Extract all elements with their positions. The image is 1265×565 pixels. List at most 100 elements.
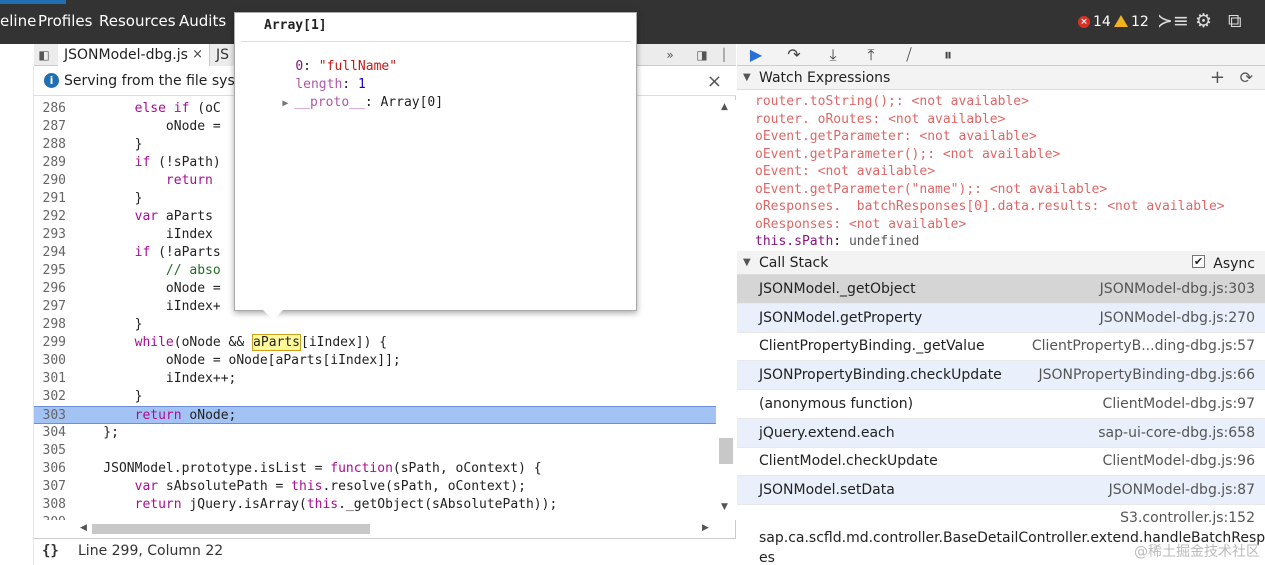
code-line[interactable]: 305 xyxy=(34,442,716,460)
console-drawer-icon[interactable]: ≻≡ xyxy=(1157,10,1189,32)
line-number[interactable]: 293 xyxy=(34,226,66,244)
call-frame[interactable]: JSONModel.getProperty JSONModel-dbg.js:27… xyxy=(737,303,1265,333)
frame-location[interactable]: JSONPropertyBinding-dbg.js:66 xyxy=(1038,361,1255,390)
code-line[interactable]: 306 JSONModel.prototype.isList = functio… xyxy=(34,460,716,478)
dock-icon[interactable]: ⧉ xyxy=(1228,10,1242,32)
line-number[interactable]: 308 xyxy=(34,496,66,514)
toggle-debugger-icon[interactable]: ◨ xyxy=(692,44,712,66)
resume-icon[interactable]: ▶︎ xyxy=(745,44,767,66)
line-number[interactable]: 303 xyxy=(34,407,66,425)
step-over-icon[interactable]: ↷ xyxy=(783,44,805,66)
close-icon[interactable]: × xyxy=(707,71,722,92)
tab-jsonmodel-dbg[interactable]: JSONModel-dbg.js × xyxy=(58,44,210,66)
async-checkbox[interactable]: ✔ xyxy=(1192,255,1205,268)
scroll-up-icon[interactable]: ▲ xyxy=(721,102,728,112)
watch-item[interactable]: oEvent.getParameter: <not available> xyxy=(755,128,1037,145)
line-number[interactable]: 302 xyxy=(34,388,66,406)
line-number[interactable]: 290 xyxy=(34,172,66,190)
frame-location[interactable]: JSONModel-dbg.js:87 xyxy=(1109,476,1255,505)
call-frame[interactable]: ClientPropertyBinding._getValue ClientPro… xyxy=(737,332,1265,362)
line-number[interactable]: 298 xyxy=(34,316,66,334)
frame-location[interactable]: ClientModel-dbg.js:96 xyxy=(1103,447,1255,476)
watch-item[interactable]: oResponses: <not available> xyxy=(755,216,966,233)
watch-item[interactable]: oEvent: <not available> xyxy=(755,163,935,180)
line-number[interactable]: 300 xyxy=(34,352,66,370)
step-into-icon[interactable]: ⤓ xyxy=(822,44,844,66)
proto-entry[interactable]: ▶ __proto__: Array[0] xyxy=(251,80,443,125)
watch-item[interactable]: router.toString();: <not available> xyxy=(755,93,1029,110)
tab-audits[interactable]: Audits xyxy=(179,12,226,30)
line-number[interactable]: 292 xyxy=(34,208,66,226)
line-number[interactable]: 287 xyxy=(34,118,66,136)
scroll-thumb[interactable] xyxy=(719,438,733,464)
paused-line[interactable]: 303 return oNode; xyxy=(34,406,716,424)
add-icon[interactable]: + xyxy=(1210,66,1225,90)
tab-timeline[interactable]: eline xyxy=(0,12,36,30)
call-frame[interactable]: JSONModel._getObject JSONModel-dbg.js:303 xyxy=(737,275,1265,304)
line-number[interactable]: 309 xyxy=(34,514,66,520)
frame-location[interactable]: JSONModel-dbg.js:303 xyxy=(1100,275,1255,304)
line-number[interactable]: 288 xyxy=(34,136,66,154)
scroll-right-icon[interactable]: ▶ xyxy=(702,523,709,533)
line-number[interactable]: 301 xyxy=(34,370,66,388)
frame-location[interactable]: ClientPropertyB...ding-dbg.js:57 xyxy=(1032,332,1255,361)
frame-location[interactable]: ClientModel-dbg.js:97 xyxy=(1103,390,1255,419)
call-frame[interactable]: ClientModel.checkUpdate ClientModel-dbg.j… xyxy=(737,447,1265,477)
call-frame[interactable]: JSONPropertyBinding.checkUpdate JSONPrope… xyxy=(737,361,1265,391)
close-tab-icon[interactable]: × xyxy=(192,44,203,66)
line-number[interactable]: 307 xyxy=(34,478,66,496)
code-line[interactable]: 299 while(oNode && aParts[iIndex]) { xyxy=(34,334,716,352)
line-number[interactable]: 297 xyxy=(34,298,66,316)
expand-arrow-icon[interactable]: ▶ xyxy=(282,98,294,109)
frame-location[interactable]: JSONModel-dbg.js:270 xyxy=(1100,304,1255,333)
horizontal-scrollbar[interactable]: ◀ ▶ xyxy=(76,520,716,538)
scroll-left-icon[interactable]: ◀ xyxy=(80,523,87,533)
entry-value: Array[0] xyxy=(380,95,444,110)
watch-item[interactable]: router. oRoutes: <not available> xyxy=(755,111,1005,128)
call-frame[interactable]: S3.controller.js:152 sap.ca.scfld.md.con… xyxy=(737,504,1265,565)
code-line[interactable]: 308 return jQuery.isArray(this._getObjec… xyxy=(34,496,716,514)
tab-profiles[interactable]: Profiles xyxy=(38,12,92,30)
call-stack-header[interactable]: ▼ Call Stack ✔ Async xyxy=(737,251,1265,275)
watch-item[interactable]: this.sPath: undefined xyxy=(755,233,919,250)
line-number[interactable]: 305 xyxy=(34,442,66,460)
toggle-navigator-icon[interactable]: ◧ xyxy=(34,44,54,66)
warning-count-badge[interactable]: 12 xyxy=(1114,14,1149,30)
refresh-icon[interactable]: ⟳ xyxy=(1240,66,1253,90)
gear-icon[interactable]: ⚙ xyxy=(1195,10,1212,32)
line-number[interactable]: 296 xyxy=(34,280,66,298)
line-number[interactable]: 294 xyxy=(34,244,66,262)
code-line[interactable]: 302 } xyxy=(34,388,716,406)
error-count-badge[interactable]: × 14 xyxy=(1078,14,1111,30)
line-number[interactable]: 286 xyxy=(34,100,66,118)
line-number[interactable]: 306 xyxy=(34,460,66,478)
call-frame[interactable]: jQuery.extend.each sap-ui-core-dbg.js:658 xyxy=(737,418,1265,448)
pretty-print-button[interactable]: {} xyxy=(42,543,59,559)
step-out-icon[interactable]: ⤒ xyxy=(860,44,882,66)
deactivate-breakpoints-icon[interactable]: ⧸ xyxy=(898,44,920,66)
code-line[interactable]: 301 iIndex++; xyxy=(34,370,716,388)
tab-resources[interactable]: Resources xyxy=(99,12,176,30)
code-line[interactable]: 300 oNode = oNode[aParts[iIndex]]; xyxy=(34,352,716,370)
scroll-down-icon[interactable]: ▼ xyxy=(721,502,728,512)
watch-item[interactable]: oEvent.getParameter("name");: <not avail… xyxy=(755,181,1107,198)
line-number[interactable]: 295 xyxy=(34,262,66,280)
watch-expressions-header[interactable]: ▼ Watch Expressions + ⟳ xyxy=(737,66,1265,90)
line-number[interactable]: 291 xyxy=(34,190,66,208)
watch-item[interactable]: oResponses. batchResponses[0].data.resul… xyxy=(755,198,1225,215)
pause-on-exceptions-icon[interactable]: ⏸ xyxy=(937,44,959,66)
tab-overflow-icon[interactable]: » xyxy=(660,44,680,66)
watch-item[interactable]: oEvent.getParameter();: <not available> xyxy=(755,146,1060,163)
line-text: oNode = xyxy=(72,281,221,296)
call-frame[interactable]: JSONModel.setData JSONModel-dbg.js:87 xyxy=(737,475,1265,505)
code-line[interactable]: 298 } xyxy=(34,316,716,334)
frame-location[interactable]: sap-ui-core-dbg.js:658 xyxy=(1098,419,1255,448)
line-number[interactable]: 299 xyxy=(34,334,66,352)
code-line[interactable]: 307 var sAbsolutePath = this.resolve(sPa… xyxy=(34,478,716,496)
line-number[interactable]: 289 xyxy=(34,154,66,172)
line-number[interactable]: 304 xyxy=(34,424,66,442)
code-line[interactable]: 304 }; xyxy=(34,424,716,442)
call-frame[interactable]: (anonymous function) ClientModel-dbg.js:9… xyxy=(737,390,1265,419)
scroll-thumb[interactable] xyxy=(92,524,370,534)
vertical-scrollbar[interactable]: ▲ ▼ xyxy=(716,100,736,520)
